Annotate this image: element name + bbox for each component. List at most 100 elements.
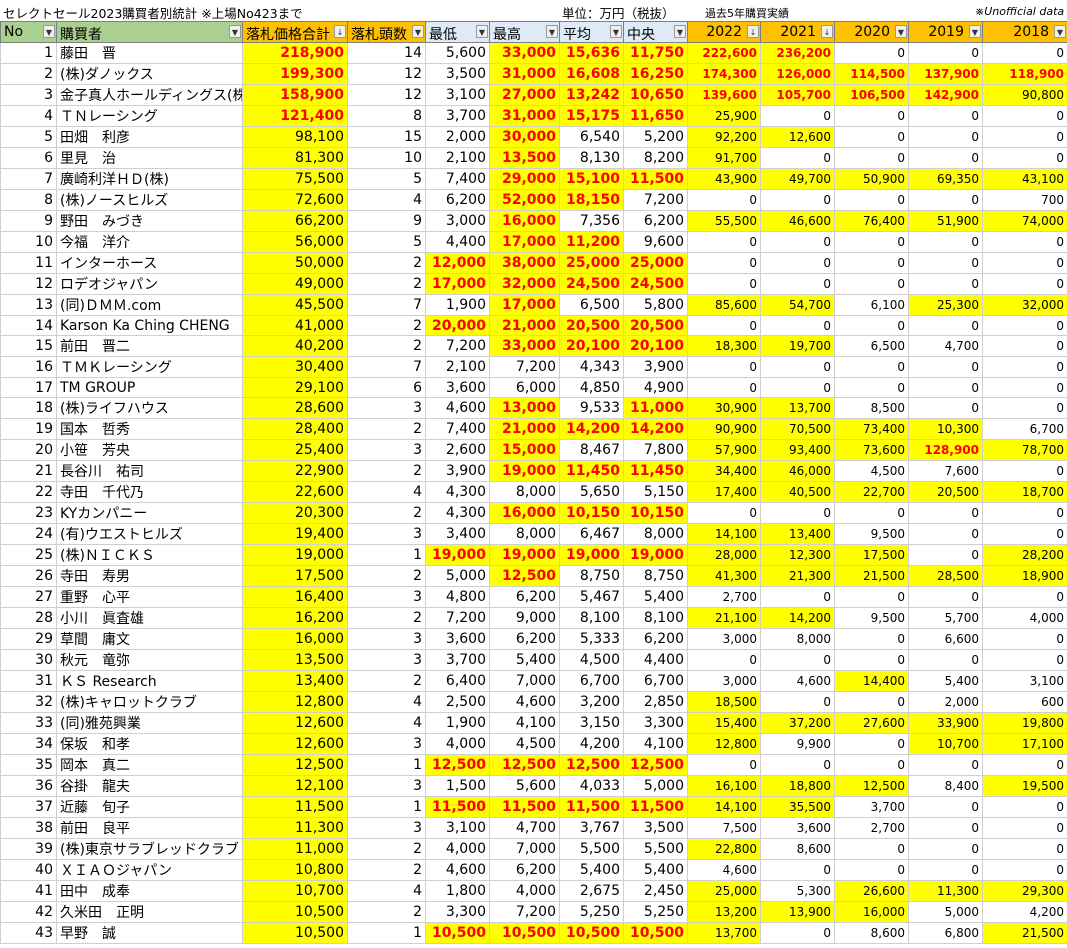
cell-avg[interactable]: 6,540 <box>559 126 624 148</box>
cell-avg[interactable]: 15,636 <box>559 42 624 64</box>
cell-max[interactable]: 10,500 <box>489 922 560 944</box>
cell-avg[interactable]: 18,150 <box>559 189 624 211</box>
cell-2019[interactable]: 0 <box>908 754 983 776</box>
cell-min[interactable]: 4,400 <box>425 231 490 253</box>
cell-buyer[interactable]: (有)ウエストヒルズ <box>56 523 243 545</box>
cell-buyer[interactable]: ＴＭＫレーシング <box>56 356 243 378</box>
cell-total[interactable]: 13,500 <box>242 649 348 671</box>
cell-total[interactable]: 56,000 <box>242 231 348 253</box>
cell-2021[interactable]: 13,900 <box>760 901 835 923</box>
cell-2020[interactable]: 0 <box>834 231 909 253</box>
cell-2020[interactable]: 0 <box>834 147 909 169</box>
cell-count[interactable]: 2 <box>347 607 426 629</box>
cell-2022[interactable]: 18,300 <box>687 335 761 357</box>
cell-2019[interactable]: 0 <box>908 502 983 524</box>
cell-2018[interactable]: 0 <box>982 859 1067 881</box>
table-row[interactable]: 8 (株)ノースヒルズ 72,600 4 6,200 52,000 18,150 7,200 0… <box>0 189 1067 211</box>
cell-2022[interactable]: 3,000 <box>687 670 761 692</box>
cell-median[interactable]: 2,450 <box>623 880 688 902</box>
cell-2022[interactable]: 15,400 <box>687 712 761 734</box>
cell-max[interactable]: 4,000 <box>489 880 560 902</box>
cell-avg[interactable]: 4,343 <box>559 356 624 378</box>
cell-2021[interactable]: 35,500 <box>760 796 835 818</box>
cell-2021[interactable]: 14,200 <box>760 607 835 629</box>
cell-max[interactable]: 7,200 <box>489 356 560 378</box>
cell-count[interactable]: 3 <box>347 733 426 755</box>
cell-2022[interactable]: 57,900 <box>687 439 761 461</box>
cell-no[interactable]: 35 <box>0 754 57 776</box>
cell-2020[interactable]: 9,500 <box>834 607 909 629</box>
cell-2019[interactable]: 0 <box>908 586 983 608</box>
cell-2022[interactable]: 0 <box>687 315 761 336</box>
cell-median[interactable]: 3,300 <box>623 712 688 734</box>
cell-2019[interactable]: 137,900 <box>908 63 983 85</box>
cell-2022[interactable]: 0 <box>687 252 761 274</box>
cell-avg[interactable]: 5,400 <box>559 859 624 881</box>
cell-2019[interactable]: 10,300 <box>908 418 983 440</box>
cell-buyer[interactable]: (株)キャロットクラブ <box>56 691 243 713</box>
cell-no[interactable]: 32 <box>0 691 57 713</box>
cell-2021[interactable]: 236,200 <box>760 42 835 64</box>
filter-dropdown-icon[interactable]: ▼ <box>546 25 558 38</box>
cell-total[interactable]: 10,500 <box>242 901 348 923</box>
cell-2021[interactable]: 8,600 <box>760 838 835 860</box>
cell-2020[interactable]: 73,600 <box>834 439 909 461</box>
cell-total[interactable]: 17,500 <box>242 565 348 587</box>
cell-2022[interactable]: 25,900 <box>687 105 761 127</box>
cell-max[interactable]: 13,500 <box>489 147 560 169</box>
table-row[interactable]: 21 長谷川 祐司 22,900 2 3,900 19,000 11,450 11,450 34… <box>0 460 1067 482</box>
cell-count[interactable]: 3 <box>347 439 426 461</box>
cell-2018[interactable]: 0 <box>982 586 1067 608</box>
cell-2018[interactable]: 4,200 <box>982 901 1067 923</box>
cell-2022[interactable]: 14,100 <box>687 796 761 818</box>
cell-no[interactable]: 34 <box>0 733 57 755</box>
cell-2019[interactable]: 5,400 <box>908 670 983 692</box>
cell-buyer[interactable]: 小川 眞査雄 <box>56 607 243 629</box>
cell-count[interactable]: 8 <box>347 105 426 127</box>
cell-2019[interactable]: 25,300 <box>908 294 983 316</box>
cell-2022[interactable]: 41,300 <box>687 565 761 587</box>
cell-2019[interactable]: 0 <box>908 42 983 64</box>
cell-max[interactable]: 30,000 <box>489 126 560 148</box>
cell-no[interactable]: 26 <box>0 565 57 587</box>
cell-2021[interactable]: 3,600 <box>760 817 835 839</box>
cell-count[interactable]: 2 <box>347 670 426 692</box>
cell-avg[interactable]: 25,000 <box>559 252 624 274</box>
cell-2019[interactable]: 0 <box>908 377 983 398</box>
cell-no[interactable]: 28 <box>0 607 57 629</box>
cell-2020[interactable]: 4,500 <box>834 460 909 482</box>
cell-median[interactable]: 8,750 <box>623 565 688 587</box>
table-row[interactable]: 3 金子真人ホールディングス(株) 158,900 12 3,100 27,000 13,2… <box>0 84 1067 106</box>
cell-no[interactable]: 42 <box>0 901 57 923</box>
cell-2022[interactable]: 90,900 <box>687 418 761 440</box>
cell-min[interactable]: 3,000 <box>425 210 490 232</box>
cell-2020[interactable]: 9,500 <box>834 523 909 545</box>
cell-total[interactable]: 25,400 <box>242 439 348 461</box>
cell-count[interactable]: 10 <box>347 147 426 169</box>
cell-count[interactable]: 4 <box>347 481 426 503</box>
cell-buyer[interactable]: KYカンパニー <box>56 502 243 524</box>
cell-2021[interactable]: 126,000 <box>760 63 835 85</box>
cell-count[interactable]: 7 <box>347 294 426 316</box>
cell-buyer[interactable]: (株)ライフハウス <box>56 397 243 419</box>
cell-max[interactable]: 4,100 <box>489 712 560 734</box>
cell-median[interactable]: 5,250 <box>623 901 688 923</box>
cell-buyer[interactable]: 草間 庸文 <box>56 628 243 650</box>
cell-buyer[interactable]: (株)ダノックス <box>56 63 243 85</box>
cell-2018[interactable]: 0 <box>982 315 1067 336</box>
cell-2018[interactable]: 74,000 <box>982 210 1067 232</box>
cell-total[interactable]: 50,000 <box>242 252 348 274</box>
cell-min[interactable]: 3,100 <box>425 817 490 839</box>
cell-2020[interactable]: 0 <box>834 252 909 274</box>
cell-no[interactable]: 10 <box>0 231 57 253</box>
table-row[interactable]: 40 ＸＩＡＯジャパン 10,800 2 4,600 6,200 5,400 5,400 4,6… <box>0 859 1067 881</box>
cell-avg[interactable]: 6,700 <box>559 670 624 692</box>
cell-buyer[interactable]: 金子真人ホールディングス(株) <box>56 84 243 106</box>
cell-median[interactable]: 8,000 <box>623 523 688 545</box>
cell-buyer[interactable]: 保坂 和孝 <box>56 733 243 755</box>
cell-2022[interactable]: 14,100 <box>687 523 761 545</box>
cell-total[interactable]: 75,500 <box>242 168 348 190</box>
cell-2021[interactable]: 40,500 <box>760 481 835 503</box>
cell-total[interactable]: 30,400 <box>242 356 348 378</box>
cell-min[interactable]: 1,900 <box>425 294 490 316</box>
